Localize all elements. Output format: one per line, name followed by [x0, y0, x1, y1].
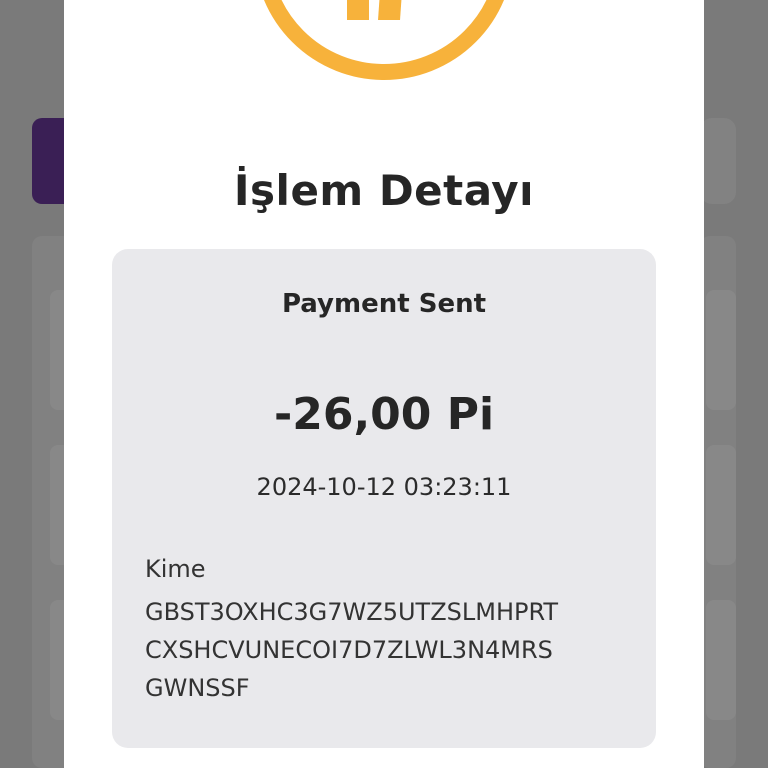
background-list-item — [706, 600, 736, 720]
recipient-address-line: CXSHCVUNECOI7D7ZLWL3N4MRS — [145, 636, 553, 664]
transaction-detail-modal: İşlem Detayı Payment Sent -26,00 Pi 2024… — [64, 0, 704, 768]
transaction-datetime: 2024-10-12 03:23:11 — [256, 473, 512, 501]
background-list-item — [706, 290, 736, 410]
pi-logo-icon — [264, 0, 504, 80]
recipient-address-line: GWNSSF — [145, 674, 250, 702]
modal-title: İşlem Detayı — [233, 166, 535, 215]
recipient-address-line: GBST3OXHC3G7WZ5UTZSLMHPRT — [145, 598, 559, 626]
transaction-type: Payment Sent — [281, 289, 487, 319]
transaction-detail-card: Payment Sent -26,00 Pi 2024-10-12 03:23:… — [112, 249, 656, 748]
recipient-label: Kime — [145, 555, 206, 583]
background-list-item — [706, 445, 736, 565]
recipient-address[interactable]: GBST3OXHC3G7WZ5UTZSLMHPRT CXSHCVUNECOI7D… — [145, 593, 625, 707]
transaction-amount: -26,00 Pi — [273, 389, 495, 440]
background-card — [700, 118, 736, 204]
